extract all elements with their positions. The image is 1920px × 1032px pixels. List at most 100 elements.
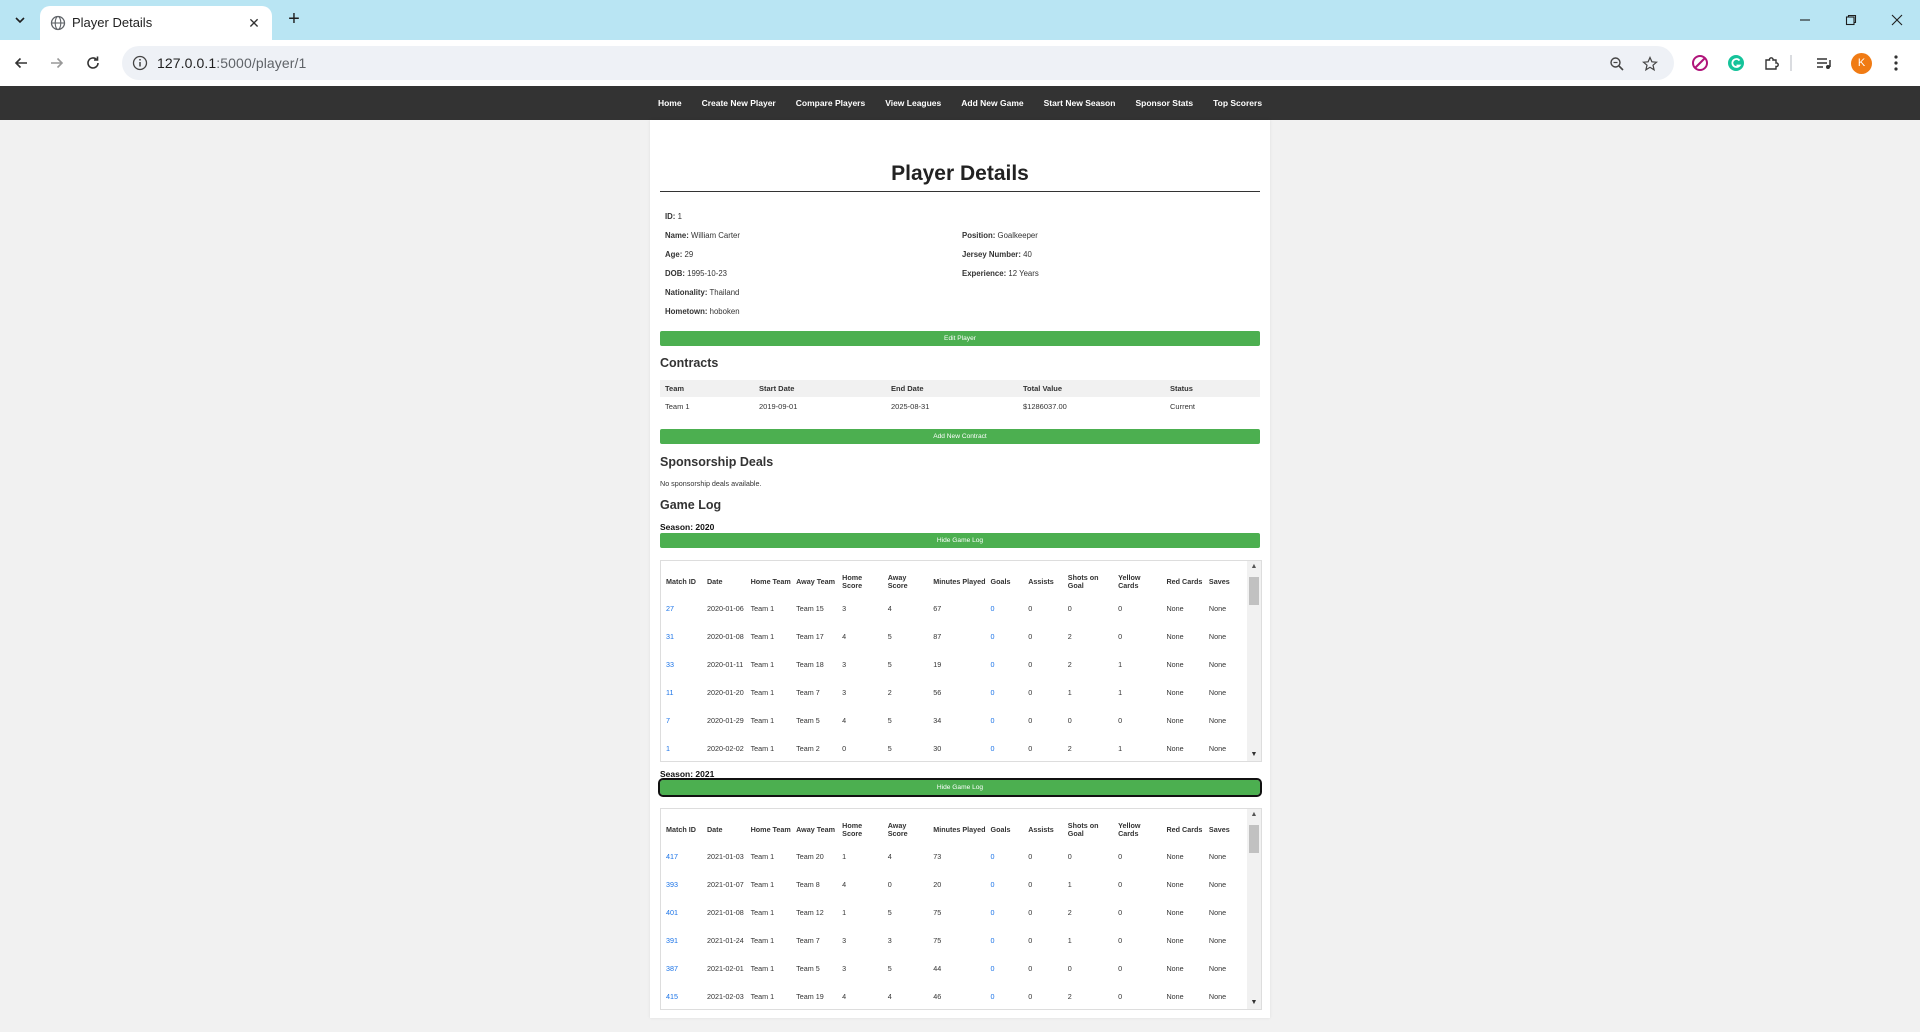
table-cell: Team 1 (750, 880, 775, 889)
season-2020-label: Season: 2020 (660, 522, 715, 532)
nav-compare-players[interactable]: Compare Players (796, 98, 865, 108)
scrollbar-2021[interactable]: ▲ ▼ (1247, 809, 1261, 1009)
restore-icon[interactable] (1828, 0, 1874, 40)
browser-menu-kebab-icon[interactable] (1884, 51, 1908, 75)
table-cell: 3 (842, 964, 847, 973)
hide-game-log-button-2021[interactable]: Hide Game Log (658, 778, 1262, 797)
table-cell: 1 (1067, 936, 1072, 945)
add-new-contract-button[interactable]: Add New Contract (660, 429, 1260, 444)
profile-avatar[interactable]: K (1851, 53, 1872, 74)
nav-home[interactable]: Home (658, 98, 682, 108)
match-id-link[interactable]: 33 (661, 651, 702, 679)
grammarly-icon[interactable] (1724, 51, 1748, 75)
table-cell: Team 1 (750, 992, 775, 1001)
forward-arrow-icon[interactable] (44, 50, 70, 76)
table-cell: 4 (842, 632, 847, 641)
match-id-link[interactable]: 11 (661, 679, 702, 707)
table-cell: None (1208, 632, 1227, 641)
match-id-link[interactable]: 417 (661, 843, 702, 871)
table-row: 27 2020-01-06 Team 1 Team 15 3 4 67 0 0 0 0 None Non… (661, 595, 1245, 623)
table-cell: Team 1 (750, 716, 775, 725)
scroll-thumb[interactable] (1249, 825, 1259, 853)
column-header: Match ID (666, 577, 696, 586)
info-hometown: Hometown: hoboken (665, 307, 740, 316)
nav-start-new-season[interactable]: Start New Season (1044, 98, 1116, 108)
table-cell: 1 (842, 908, 847, 917)
extension-block-icon[interactable] (1688, 51, 1712, 75)
table-cell: $1286037.00 (1023, 402, 1067, 411)
contracts-col-start: Start Date (754, 380, 886, 397)
table-cell: 4 (887, 852, 892, 861)
browser-tab-active[interactable]: Player Details ✕ (40, 6, 272, 40)
info-id: ID: 1 (665, 212, 682, 221)
table-cell: 2020-01-11 (706, 660, 744, 669)
info-name: Name: William Carter (665, 231, 740, 240)
match-id-link[interactable]: 7 (661, 707, 702, 735)
table-cell: 0 (990, 744, 995, 753)
nav-create-new-player[interactable]: Create New Player (702, 98, 776, 108)
table-cell: None (1166, 632, 1184, 641)
minimize-icon[interactable] (1782, 0, 1828, 40)
game-log-scroll-2020[interactable]: Match ID Date Home Team Away Team Home Score… (660, 560, 1262, 762)
nav-add-new-game[interactable]: Add New Game (961, 98, 1023, 108)
table-cell: Team 17 (796, 632, 824, 641)
scroll-up-icon[interactable]: ▲ (1247, 809, 1261, 821)
title-divider (660, 191, 1260, 192)
table-cell: 0 (1028, 688, 1033, 697)
match-id-link[interactable]: 401 (661, 899, 702, 927)
table-header-row: Match ID Date Home Team Away Team Home Score… (661, 817, 1245, 843)
extensions-puzzle-icon[interactable] (1760, 51, 1784, 75)
tab-search-chevron-icon[interactable] (8, 8, 32, 32)
match-id-link[interactable]: 31 (661, 623, 702, 651)
address-bar[interactable]: 127.0.0.1:5000/player/1 (122, 46, 1674, 80)
nav-sponsor-stats[interactable]: Sponsor Stats (1135, 98, 1193, 108)
column-header: Shots on Goal (1067, 821, 1099, 838)
window-close-icon[interactable] (1874, 0, 1920, 40)
match-id-link[interactable]: 393 (661, 871, 702, 899)
reload-icon[interactable] (80, 50, 106, 76)
match-id-link[interactable]: 387 (661, 955, 702, 983)
match-id-link[interactable]: 391 (661, 927, 702, 955)
column-header: Assists (1028, 577, 1054, 586)
table-cell: 4 (887, 992, 892, 1001)
match-id-link[interactable]: 27 (661, 595, 702, 623)
player-details-container: Player Details ID: 1 Name: William Carte… (650, 120, 1270, 1018)
table-cell: 2020-02-02 (706, 744, 744, 753)
column-header: Red Cards (1166, 577, 1203, 586)
hide-game-log-button-2020[interactable]: Hide Game Log (660, 533, 1260, 548)
match-id-link[interactable]: 1 (661, 735, 702, 761)
media-playlist-icon[interactable] (1812, 51, 1836, 75)
tab-close-icon[interactable]: ✕ (244, 13, 264, 33)
page-title: Player Details (891, 162, 1029, 185)
column-header: Date (706, 825, 723, 834)
table-cell: 0 (990, 992, 995, 1001)
table-cell: 0 (1028, 716, 1033, 725)
new-tab-plus-icon[interactable]: + (282, 8, 306, 32)
table-cell: None (1208, 880, 1227, 889)
scrollbar-2020[interactable]: ▲ ▼ (1247, 561, 1261, 761)
site-info-icon[interactable] (132, 55, 148, 71)
table-row: 401 2021-01-08 Team 1 Team 12 1 5 75 0 0 2 0 None No… (661, 899, 1245, 927)
table-cell: 5 (887, 964, 892, 973)
scroll-down-icon[interactable]: ▼ (1247, 749, 1261, 761)
column-header: Goals (990, 825, 1011, 834)
scroll-down-icon[interactable]: ▼ (1247, 997, 1261, 1009)
table-cell: 0 (1028, 604, 1033, 613)
nav-top-scorers[interactable]: Top Scorers (1213, 98, 1262, 108)
scroll-thumb[interactable] (1249, 577, 1259, 605)
table-cell: None (1208, 716, 1227, 725)
edit-player-button[interactable]: Edit Player (660, 331, 1260, 346)
nav-view-leagues[interactable]: View Leagues (885, 98, 941, 108)
zoom-icon[interactable] (1607, 54, 1627, 74)
table-cell: Team 2 (796, 744, 820, 753)
back-arrow-icon[interactable] (8, 50, 34, 76)
match-id-link[interactable]: 415 (661, 983, 702, 1009)
scroll-up-icon[interactable]: ▲ (1247, 561, 1261, 573)
table-row: 7 2020-01-29 Team 1 Team 5 4 5 34 0 0 0 0 None None (661, 707, 1245, 735)
table-cell: 4 (842, 716, 847, 725)
bookmark-star-icon[interactable] (1640, 54, 1660, 74)
table-cell: 2020-01-08 (706, 632, 744, 641)
table-row: 1 2020-02-02 Team 1 Team 2 0 5 30 0 0 2 1 None None (661, 735, 1245, 761)
table-cell: None (1166, 964, 1184, 973)
game-log-scroll-2021[interactable]: Match ID Date Home Team Away Team Home Score… (660, 808, 1262, 1010)
